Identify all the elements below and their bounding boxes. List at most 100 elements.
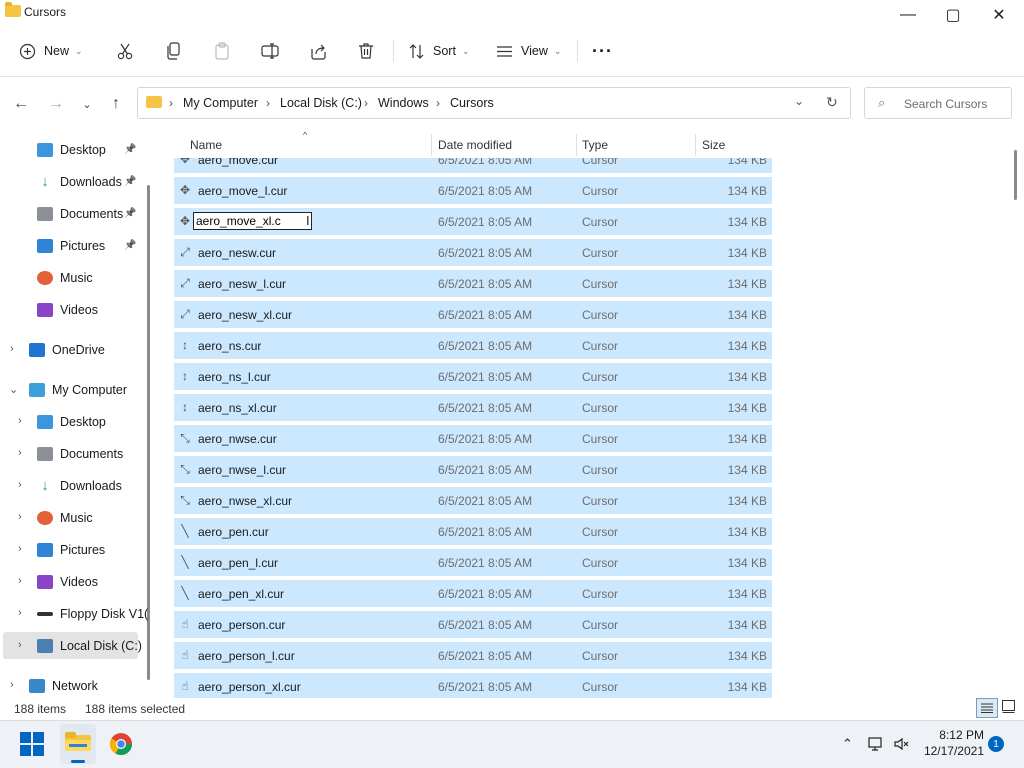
- file-row[interactable]: ☝ aero_person_l.cur 6/5/2021 8:05 AM Cursor…: [174, 642, 772, 669]
- sidebar-item-network[interactable]: Network: [29, 674, 98, 698]
- sort-icon: [409, 43, 424, 59]
- file-row[interactable]: ⤢ aero_nesw_l.cur 6/5/2021 8:05 AM Cursor 13…: [174, 270, 772, 297]
- column-divider[interactable]: [695, 134, 696, 156]
- forward-button[interactable]: →: [44, 92, 68, 116]
- file-row[interactable]: ╲ aero_pen_xl.cur 6/5/2021 8:05 AM Cursor 13…: [174, 580, 772, 607]
- file-row[interactable]: ☝ aero_person_xl.cur 6/5/2021 8:05 AM Curso…: [174, 673, 772, 700]
- sidebar-item-pictures[interactable]: Pictures: [37, 538, 105, 562]
- sidebar-item-documents[interactable]: Documents: [37, 202, 123, 226]
- breadcrumb-cursors[interactable]: Cursors: [450, 96, 494, 110]
- sidebar-item-my-computer[interactable]: My Computer: [29, 378, 127, 402]
- chevron-right-icon[interactable]: ›: [18, 543, 22, 555]
- chevron-right-icon[interactable]: ›: [18, 447, 22, 459]
- minimize-button[interactable]: —: [885, 0, 931, 30]
- file-row[interactable]: ⤡ aero_nwse.cur 6/5/2021 8:05 AM Cursor 134 …: [174, 425, 772, 452]
- sidebar-item-documents[interactable]: Documents: [37, 442, 123, 466]
- breadcrumb-windows[interactable]: Windows: [378, 96, 429, 110]
- window-title: Cursors: [24, 5, 67, 19]
- tiles-view-button[interactable]: [1002, 700, 1016, 714]
- column-header-row: Name Date modified Type Size: [174, 130, 774, 158]
- notification-badge[interactable]: 1: [988, 736, 1004, 752]
- file-row[interactable]: ✥ aero_move_l.cur 6/5/2021 8:05 AM Cursor 13…: [174, 177, 772, 204]
- address-history-button[interactable]: ⌄: [794, 94, 804, 108]
- sidebar-item-music[interactable]: Music: [37, 506, 93, 530]
- file-row[interactable]: ☝ aero_person.cur 6/5/2021 8:05 AM Cursor 13…: [174, 611, 772, 638]
- sidebar-item-desktop[interactable]: Desktop: [37, 410, 106, 434]
- chevron-right-icon[interactable]: ›: [18, 607, 22, 619]
- file-size: 134 KB: [727, 587, 767, 601]
- file-row[interactable]: ↕ aero_ns.cur 6/5/2021 8:05 AM Cursor 134 KB: [174, 332, 772, 359]
- clock-date[interactable]: 12/17/2021: [918, 744, 984, 758]
- file-row[interactable]: ╲ aero_pen_l.cur 6/5/2021 8:05 AM Cursor 134…: [174, 549, 772, 576]
- details-view-button[interactable]: [976, 698, 998, 718]
- network-status[interactable]: [868, 736, 884, 752]
- column-header-date[interactable]: Date modified: [438, 138, 512, 152]
- sidebar-item-downloads[interactable]: ↓ Downloads: [37, 170, 122, 194]
- sidebar-item-videos[interactable]: Videos: [37, 298, 98, 322]
- sort-button[interactable]: Sort ⌄: [408, 38, 469, 64]
- volume-status[interactable]: [894, 736, 910, 752]
- column-divider[interactable]: [431, 134, 432, 156]
- recent-locations-button[interactable]: ⌄: [75, 92, 99, 116]
- delete-button[interactable]: [358, 38, 374, 64]
- cursor-file-icon: ↕: [182, 338, 188, 352]
- sidebar-item-local-disk-c[interactable]: Local Disk (C:): [37, 634, 142, 658]
- file-list-scrollbar[interactable]: [1014, 150, 1017, 200]
- sidebar-item-music[interactable]: Music: [37, 266, 93, 290]
- file-row[interactable]: ↕ aero_ns_xl.cur 6/5/2021 8:05 AM Cursor 134…: [174, 394, 772, 421]
- sidebar-item-downloads[interactable]: ↓ Downloads: [37, 474, 122, 498]
- sidebar-item-pictures[interactable]: Pictures: [37, 234, 105, 258]
- new-button[interactable]: New ⌄: [19, 38, 83, 64]
- sidebar-item-label: Downloads: [60, 479, 122, 493]
- pin-icon: 📌: [124, 240, 137, 251]
- chevron-right-icon[interactable]: ›: [18, 639, 22, 651]
- sidebar-item-videos[interactable]: Videos: [37, 570, 98, 594]
- chevron-right-icon[interactable]: ›: [18, 479, 22, 491]
- show-hidden-icons-button[interactable]: ⌃: [842, 736, 853, 752]
- chevron-right-icon[interactable]: ›: [18, 415, 22, 427]
- file-row[interactable]: ⤡ aero_nwse_l.cur 6/5/2021 8:05 AM Cursor 13…: [174, 456, 772, 483]
- clock-time[interactable]: 8:12 PM: [924, 728, 984, 742]
- chevron-down-icon[interactable]: ⌄: [9, 383, 18, 396]
- maximize-button[interactable]: ▢: [930, 0, 976, 30]
- scissors-icon: [117, 43, 133, 60]
- cut-button[interactable]: [117, 38, 133, 64]
- column-divider[interactable]: [576, 134, 577, 156]
- file-row[interactable]: ⤢ aero_nesw_xl.cur 6/5/2021 8:05 AM Cursor 1…: [174, 301, 772, 328]
- copy-button[interactable]: [166, 38, 182, 64]
- column-header-size[interactable]: Size: [702, 138, 725, 152]
- rename-field[interactable]: [193, 212, 312, 230]
- chevron-right-icon[interactable]: ›: [18, 511, 22, 523]
- close-button[interactable]: ✕: [976, 0, 1022, 30]
- search-placeholder[interactable]: Search Cursors: [904, 97, 987, 111]
- sidebar-item-label: Documents: [60, 207, 124, 221]
- rename-button[interactable]: [261, 38, 279, 64]
- file-row[interactable]: ⤡ aero_nwse_xl.cur 6/5/2021 8:05 AM Cursor 1…: [174, 487, 772, 514]
- sidebar-item-desktop[interactable]: Desktop: [37, 138, 106, 162]
- taskbar-chrome[interactable]: [109, 732, 133, 756]
- file-name: aero_pen_l.cur: [198, 556, 279, 570]
- paste-button[interactable]: [214, 38, 230, 64]
- file-row[interactable]: ╲ aero_pen.cur 6/5/2021 8:05 AM Cursor 134 K…: [174, 518, 772, 545]
- column-header-type[interactable]: Type: [582, 138, 608, 152]
- refresh-button[interactable]: ↻: [826, 94, 838, 111]
- sidebar-item-floppy-disk-v1[interactable]: Floppy Disk V1(: [37, 602, 148, 626]
- breadcrumb-my-computer[interactable]: My Computer: [183, 96, 258, 110]
- column-header-name[interactable]: Name: [190, 138, 222, 152]
- up-button[interactable]: ↑: [104, 92, 128, 116]
- taskbar-file-explorer[interactable]: [60, 724, 96, 764]
- view-button[interactable]: View ⌄: [496, 38, 561, 64]
- file-row[interactable]: ↕ aero_ns_l.cur 6/5/2021 8:05 AM Cursor 134 …: [174, 363, 772, 390]
- sidebar-item-onedrive[interactable]: OneDrive: [29, 338, 105, 362]
- chevron-right-icon[interactable]: ›: [10, 343, 14, 355]
- back-button[interactable]: ←: [9, 92, 33, 116]
- chevron-right-icon[interactable]: ›: [10, 679, 14, 691]
- breadcrumb-local-disk[interactable]: Local Disk (C:): [280, 96, 362, 110]
- start-button[interactable]: [20, 732, 44, 756]
- more-options-button[interactable]: ···: [592, 38, 613, 64]
- chevron-right-icon[interactable]: ›: [18, 575, 22, 587]
- file-row[interactable]: ⤢ aero_nesw.cur 6/5/2021 8:05 AM Cursor 134 …: [174, 239, 772, 266]
- file-row[interactable]: ✥ I 6/5/2021 8:05 AM Cursor 134 KB: [174, 208, 772, 235]
- rename-input[interactable]: [194, 213, 311, 229]
- share-button[interactable]: [310, 38, 327, 64]
